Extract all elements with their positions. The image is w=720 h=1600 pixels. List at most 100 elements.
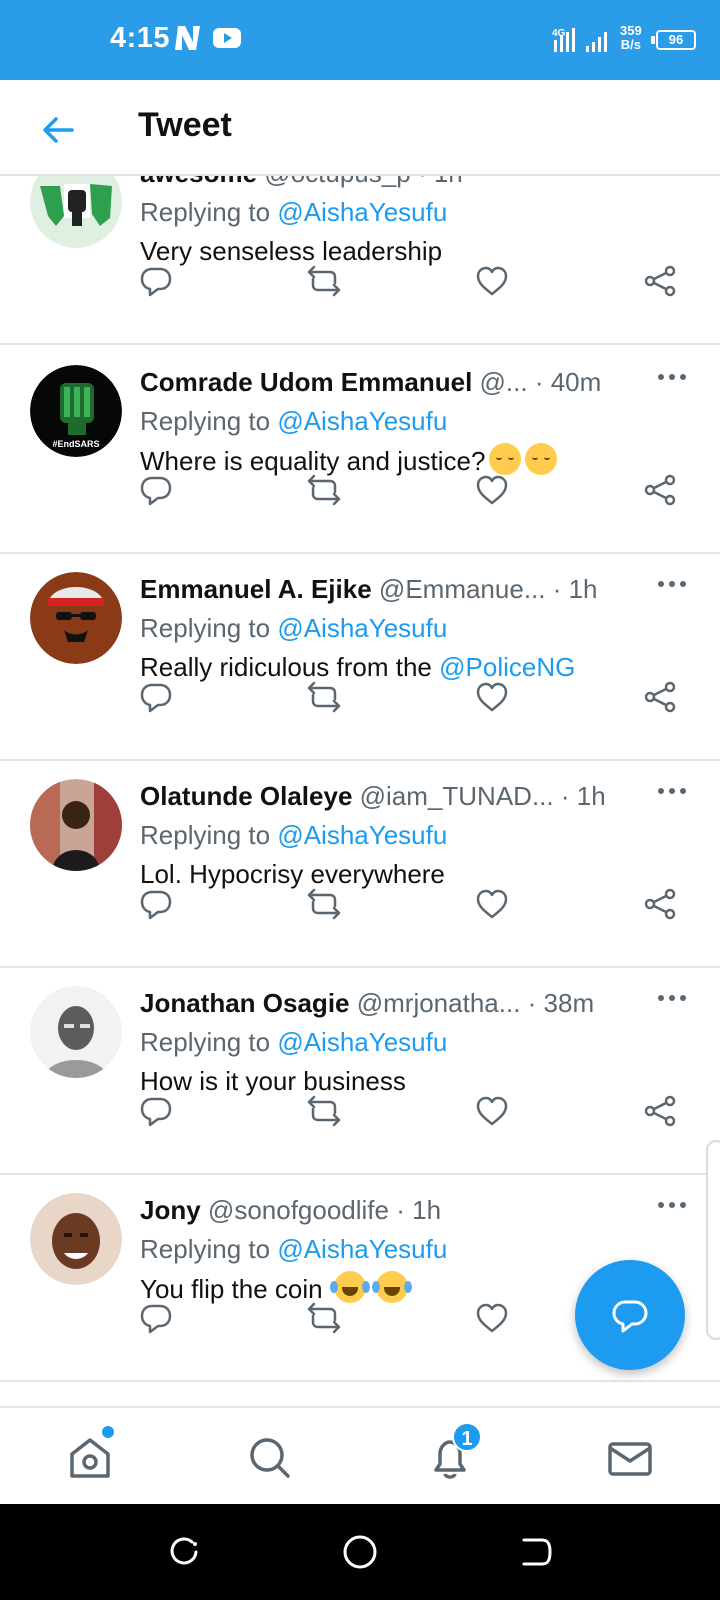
author-name[interactable]: Jonathan Osagie	[140, 988, 350, 1018]
tweet-mention-link[interactable]: @PoliceNG	[439, 652, 575, 682]
more-options-icon[interactable]	[656, 367, 688, 387]
network-speed: 359 B/s	[620, 24, 642, 52]
reply-tweet[interactable]: awesome @octupus_p · 1h Replying to @Ais…	[0, 176, 720, 345]
avatar[interactable]	[30, 986, 122, 1078]
compose-reply-button[interactable]	[575, 1260, 685, 1370]
search-icon	[250, 1438, 290, 1478]
share-icon[interactable]	[642, 472, 678, 508]
author-name[interactable]: awesome	[140, 176, 257, 188]
replying-to: Replying to @AishaYesufu	[140, 1025, 447, 1059]
status-time: 4:15	[110, 22, 171, 54]
tweet-text-content: Really ridiculous from the	[140, 652, 440, 682]
tweet-header: Jonathan Osagie @mrjonatha... · 38m	[140, 986, 640, 1020]
avatar[interactable]	[30, 779, 122, 871]
avatar-endsars-label: #EndSARS	[52, 439, 99, 449]
tweet-time: · 1h	[560, 781, 606, 811]
system-navigation-bar	[0, 1504, 720, 1600]
status-bar: 4:15 4G 359 B/s 96	[0, 0, 720, 80]
avatar[interactable]	[30, 176, 122, 248]
replying-to-mention[interactable]: @AishaYesufu	[277, 1234, 447, 1264]
share-icon[interactable]	[642, 886, 678, 922]
replying-to: Replying to @AishaYesufu	[140, 404, 447, 438]
replying-to-label: Replying to	[140, 406, 271, 436]
retweet-icon[interactable]	[306, 1093, 342, 1129]
retweet-icon[interactable]	[306, 886, 342, 922]
avatar[interactable]: #EndSARS	[30, 365, 122, 457]
pensive-face-emoji	[525, 443, 558, 475]
share-icon[interactable]	[642, 679, 678, 715]
reply-icon[interactable]	[138, 886, 174, 922]
more-options-icon[interactable]	[656, 988, 688, 1008]
like-heart-icon[interactable]	[474, 1093, 510, 1129]
tweet-actions	[0, 679, 720, 723]
tweet-time: · 1h	[396, 1195, 442, 1225]
like-heart-icon[interactable]	[474, 679, 510, 715]
notifications-badge: 1	[452, 1422, 482, 1452]
recent-apps-button[interactable]	[164, 1532, 204, 1572]
tab-search[interactable]	[240, 1428, 300, 1488]
replying-to: Replying to @AishaYesufu	[140, 195, 447, 229]
reply-icon[interactable]	[138, 1300, 174, 1336]
tweet-actions	[0, 1093, 720, 1137]
author-name[interactable]: Jony	[140, 1195, 201, 1225]
home-system-button[interactable]	[340, 1532, 380, 1572]
home-circle-icon	[343, 1535, 377, 1569]
reply-tweet[interactable]: Emmanuel A. Ejike @Emmanue... · 1h Reply…	[0, 554, 720, 761]
like-heart-icon[interactable]	[474, 263, 510, 299]
like-heart-icon[interactable]	[474, 1300, 510, 1336]
like-heart-icon[interactable]	[474, 886, 510, 922]
replying-to-label: Replying to	[140, 820, 271, 850]
tweet-time: · 38m	[527, 988, 595, 1018]
tweet-header: Olatunde Olaleye @iam_TUNAD... · 1h	[140, 779, 640, 813]
battery-icon: 96	[656, 30, 696, 50]
reply-icon[interactable]	[138, 679, 174, 715]
pensive-face-emoji	[489, 443, 522, 475]
reply-icon[interactable]	[138, 263, 174, 299]
home-new-content-dot	[102, 1426, 114, 1438]
more-options-icon[interactable]	[656, 176, 688, 178]
back-arrow-icon[interactable]	[38, 110, 78, 150]
replying-to-mention[interactable]: @AishaYesufu	[277, 820, 447, 850]
recent-apps-icon	[170, 1537, 198, 1565]
author-handle: @sonofgoodlife	[207, 1195, 389, 1225]
tweet-time: · 40m	[534, 367, 602, 397]
avatar[interactable]	[30, 572, 122, 664]
back-system-icon	[522, 1538, 552, 1566]
tweet-actions	[0, 472, 720, 516]
share-icon[interactable]	[642, 1093, 678, 1129]
retweet-icon[interactable]	[306, 472, 342, 508]
reply-icon[interactable]	[138, 1093, 174, 1129]
author-name[interactable]: Comrade Udom Emmanuel	[140, 367, 472, 397]
replying-to: Replying to @AishaYesufu	[140, 611, 447, 645]
author-name[interactable]: Olatunde Olaleye	[140, 781, 352, 811]
retweet-icon[interactable]	[306, 1300, 342, 1336]
retweet-icon[interactable]	[306, 679, 342, 715]
replies-list[interactable]: awesome @octupus_p · 1h Replying to @Ais…	[0, 176, 720, 1406]
replying-to-mention[interactable]: @AishaYesufu	[277, 197, 447, 227]
tweet-actions	[0, 263, 720, 307]
replying-to-mention[interactable]: @AishaYesufu	[277, 1027, 447, 1057]
tweet-time: · 1h	[418, 176, 463, 188]
retweet-icon[interactable]	[306, 263, 342, 299]
share-icon[interactable]	[642, 263, 678, 299]
tweet-time: · 1h	[552, 574, 598, 604]
replying-to-mention[interactable]: @AishaYesufu	[277, 613, 447, 643]
network-speed-unit: B/s	[620, 37, 641, 52]
more-options-icon[interactable]	[656, 1195, 688, 1215]
replying-to-label: Replying to	[140, 197, 271, 227]
reply-tweet[interactable]: Jonathan Osagie @mrjonatha... · 38m Repl…	[0, 968, 720, 1175]
more-options-icon[interactable]	[656, 574, 688, 594]
more-options-icon[interactable]	[656, 781, 688, 801]
app-header: Tweet	[0, 80, 720, 176]
tab-messages[interactable]	[600, 1428, 660, 1488]
back-system-button[interactable]	[516, 1532, 556, 1572]
author-name[interactable]: Emmanuel A. Ejike	[140, 574, 372, 604]
reply-tweet[interactable]: #EndSARS Comrade Udom Emmanuel @... · 40…	[0, 347, 720, 554]
reply-tweet[interactable]: Olatunde Olaleye @iam_TUNAD... · 1h Repl…	[0, 761, 720, 968]
reply-icon[interactable]	[138, 472, 174, 508]
signal-strength-icon: 4G	[552, 28, 607, 52]
replying-to-mention[interactable]: @AishaYesufu	[277, 406, 447, 436]
like-heart-icon[interactable]	[474, 472, 510, 508]
side-panel-handle[interactable]	[706, 1140, 720, 1340]
avatar[interactable]	[30, 1193, 122, 1285]
